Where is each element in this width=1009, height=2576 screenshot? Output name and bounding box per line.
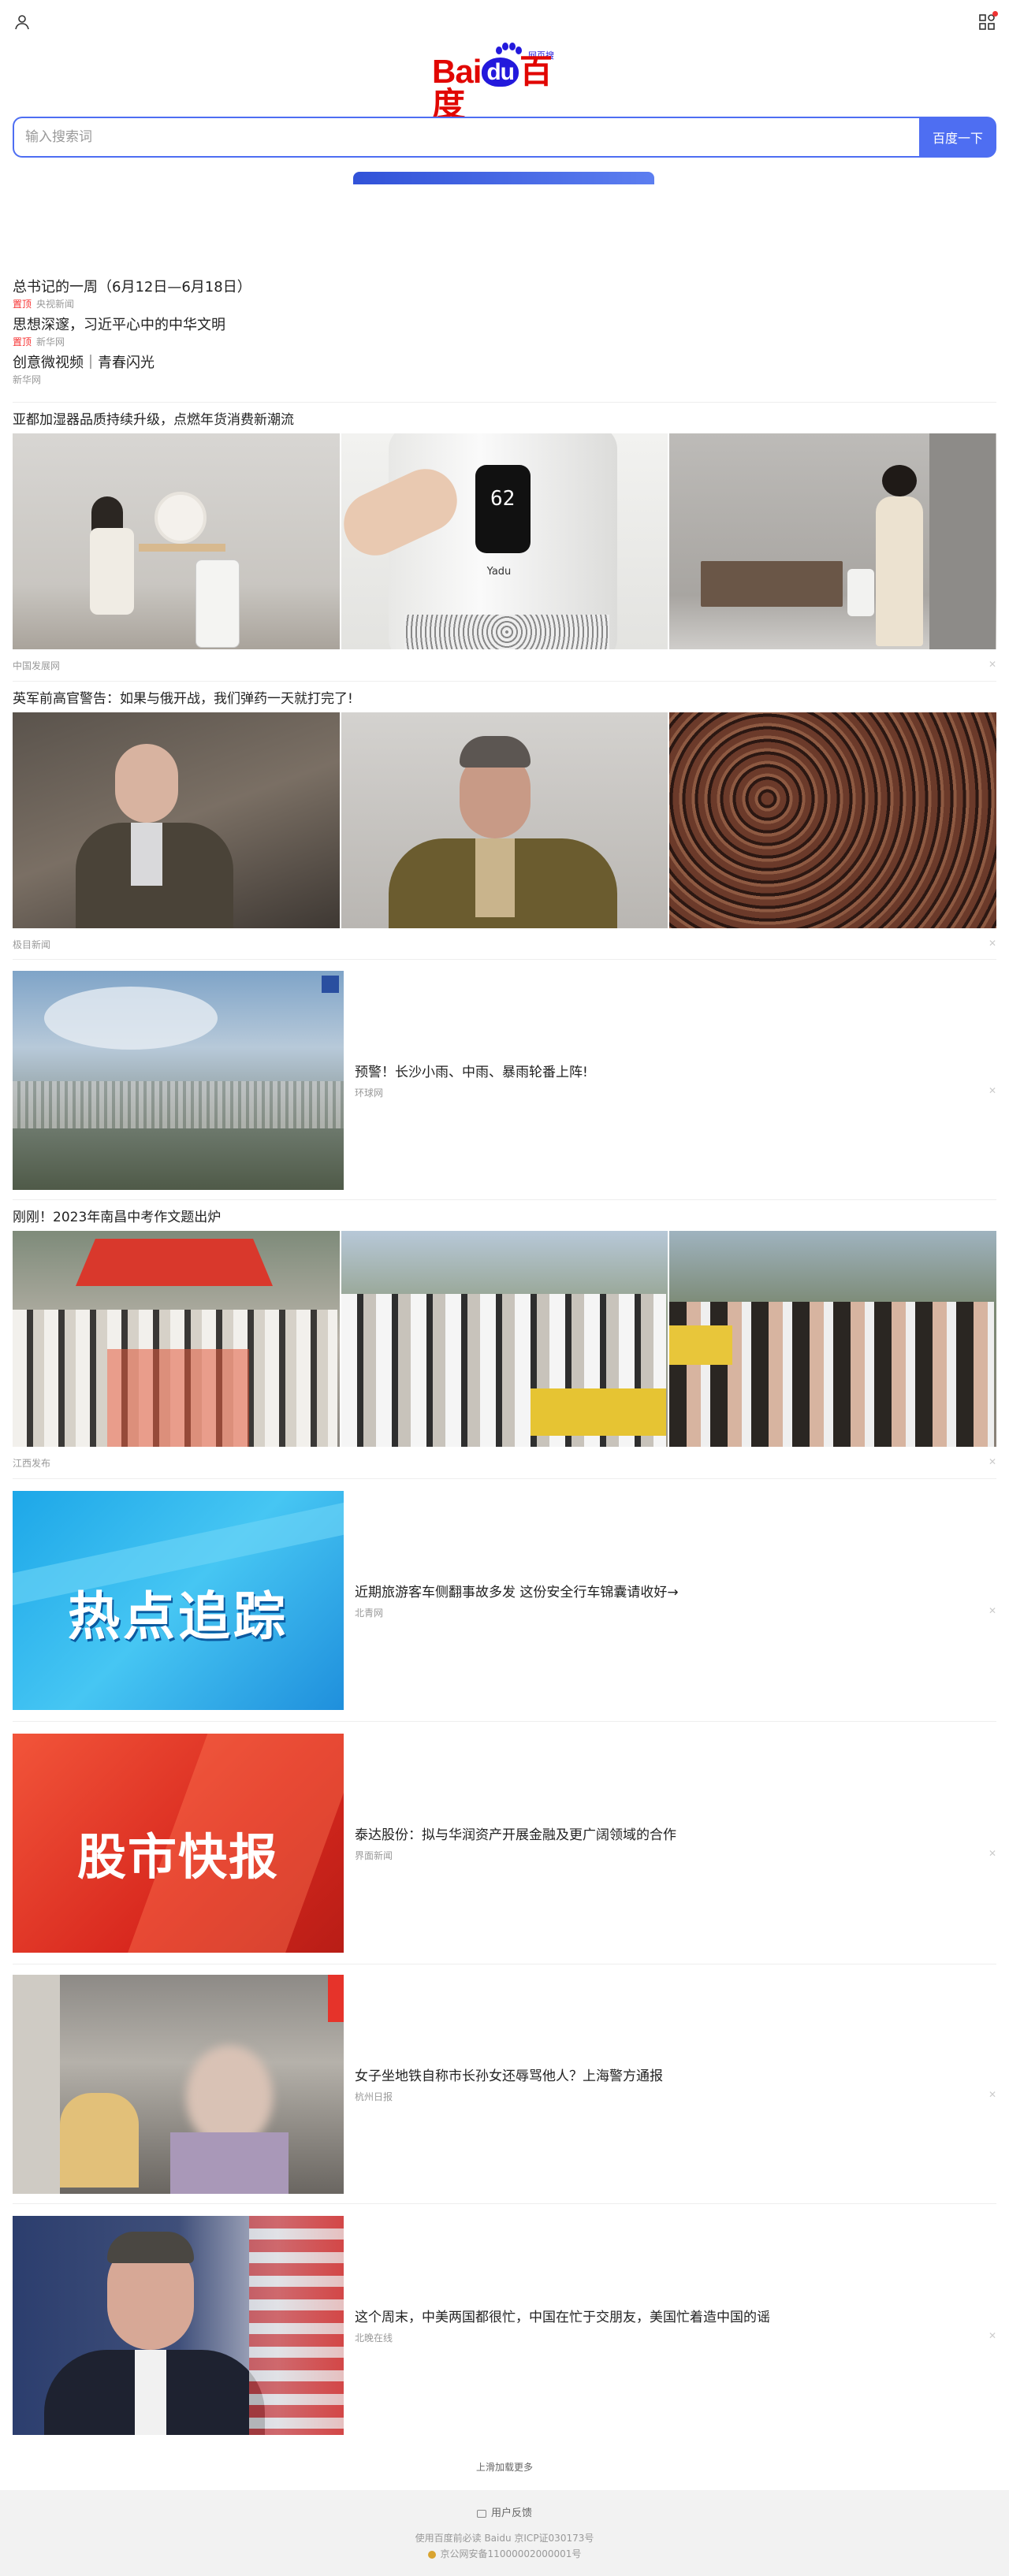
feed-image[interactable] <box>669 433 997 649</box>
feed-image[interactable] <box>341 712 668 928</box>
feed-source: 北晚在线 <box>355 2332 393 2344</box>
feed-title[interactable]: 刚刚！2023年南昌中考作文题出炉 <box>13 1207 996 1228</box>
divider <box>13 1478 996 1479</box>
footer: 用户反馈 使用百度前必读 Baidu 京ICP证030173号 京公网安备110… <box>0 2490 1009 2576</box>
logo-du: du <box>482 58 519 87</box>
feed-source: 中国发展网 <box>13 660 61 671</box>
feed-title[interactable]: 近期旅游客车侧翻事故多发 这份安全行车锦囊请收好→ <box>355 1582 996 1603</box>
license-text[interactable]: 使用百度前必读 Baidu 京ICP证030173号 <box>0 2530 1009 2546</box>
divider <box>13 1199 996 1200</box>
feed-image[interactable] <box>13 433 340 649</box>
news-source: 央视新闻 <box>36 299 75 310</box>
close-icon[interactable]: ✕ <box>989 659 996 670</box>
police-badge-icon <box>427 2550 436 2559</box>
divider <box>13 1964 996 1965</box>
close-icon[interactable]: ✕ <box>989 938 996 949</box>
feed-card[interactable]: 女子坐地铁自称市长孙女还辱骂他人？上海警方通报 杭州日报 ✕ <box>13 1975 996 2194</box>
hot-news-title[interactable]: 思想深邃，习近平心中的中华文明 <box>13 315 996 336</box>
feed-title[interactable]: 泰达股份：拟与华润资产开展金融及更广阔领域的合作 <box>355 1825 996 1846</box>
load-more-hint[interactable]: 上滑加载更多 <box>0 2460 1009 2474</box>
pinned-tag: 置顶 <box>13 336 32 348</box>
hot-news-item[interactable]: 创意微视频｜青春闪光 新华网 <box>13 353 996 386</box>
promo-banner[interactable] <box>353 172 654 184</box>
feedback-link[interactable]: 用户反馈 <box>0 2504 1009 2519</box>
feed-image[interactable]: 62 Yadu <box>341 433 668 649</box>
logo-bai: Bai <box>432 53 482 90</box>
hot-news-item[interactable]: 总书记的一周（6月12日—6月18日） 置顶 央视新闻 <box>13 277 996 310</box>
feed-image[interactable] <box>13 971 344 1190</box>
feed-card[interactable]: 这个周末，中美两国都很忙，中国在忙于交朋友，美国忙着造中国的谣 北晚在线 ✕ <box>13 2216 996 2435</box>
divider <box>13 402 996 403</box>
hot-news-title[interactable]: 创意微视频｜青春闪光 <box>13 353 996 374</box>
user-icon[interactable] <box>13 13 32 32</box>
feed-card[interactable]: 热点追踪 近期旅游客车侧翻事故多发 这份安全行车锦囊请收好→ 北青网 ✕ <box>13 1491 996 1710</box>
divider <box>13 2203 996 2204</box>
hot-news-item[interactable]: 思想深邃，习近平心中的中华文明 置顶 新华网 <box>13 315 996 348</box>
feed-card[interactable]: 英军前高官警告：如果与俄开战，我们弹药一天就打完了! 极目新闻 ✕ <box>13 689 997 951</box>
hot-news-title[interactable]: 总书记的一周（6月12日—6月18日） <box>13 277 996 298</box>
feed-card[interactable]: 亚都加湿器品质持续升级，点燃年货消费新潮流 62 Yadu 中国发展网 ✕ <box>13 410 997 672</box>
feed-title[interactable]: 预警！长沙小雨、中雨、暴雨轮番上阵! <box>355 1062 996 1083</box>
feed-title[interactable]: 女子坐地铁自称市长孙女还辱骂他人？上海警方通报 <box>355 2066 996 2087</box>
close-icon[interactable]: ✕ <box>989 2330 996 2341</box>
image-caption: 股市快报 <box>76 1828 279 1886</box>
close-icon[interactable]: ✕ <box>989 1605 996 1616</box>
feed-source: 江西发布 <box>13 1458 51 1469</box>
news-source: 新华网 <box>36 336 65 348</box>
close-icon[interactable]: ✕ <box>989 2089 996 2100</box>
feed-image[interactable] <box>13 1231 340 1447</box>
close-icon[interactable]: ✕ <box>989 1085 996 1096</box>
close-icon[interactable]: ✕ <box>989 1848 996 1859</box>
divider <box>13 1721 996 1722</box>
feed-title[interactable]: 英军前高官警告：如果与俄开战，我们弹药一天就打完了! <box>13 689 996 709</box>
feed-title[interactable]: 这个周末，中美两国都很忙，中国在忙于交朋友，美国忙着造中国的谣 <box>355 2307 996 2328</box>
search-button[interactable]: 百度一下 <box>919 117 996 158</box>
feed-image[interactable] <box>341 1231 668 1447</box>
brand-label: Yadu <box>486 566 512 578</box>
feed-source: 环球网 <box>355 1087 384 1098</box>
feed-source: 界面新闻 <box>355 1849 393 1861</box>
feed-source: 极目新闻 <box>13 939 51 950</box>
apps-grid-icon[interactable] <box>977 11 998 32</box>
feed-title[interactable]: 亚都加湿器品质持续升级，点燃年货消费新潮流 <box>13 410 996 430</box>
feed-image[interactable] <box>13 712 340 928</box>
image-caption: 热点追踪 <box>68 1586 289 1647</box>
hot-news-list: 总书记的一周（6月12日—6月18日） 置顶 央视新闻 思想深邃，习近平心中的中华… <box>13 277 996 391</box>
feed-card[interactable]: 股市快报 泰达股份：拟与华润资产开展金融及更广阔领域的合作 界面新闻 ✕ <box>13 1734 996 1953</box>
humidity-display: 62 <box>475 465 531 553</box>
feedback-icon <box>476 2509 486 2518</box>
police-record[interactable]: 京公网安备11000002000001号 <box>0 2546 1009 2562</box>
feed-source: 北青网 <box>355 1607 384 1619</box>
search-bar: 百度一下 <box>13 117 996 158</box>
news-source: 新华网 <box>13 374 42 385</box>
baidu-logo[interactable]: 网页搜 Bai du 百度 <box>432 43 577 121</box>
feed-card[interactable]: 预警！长沙小雨、中雨、暴雨轮番上阵! 环球网 ✕ <box>13 971 996 1190</box>
feed-image[interactable] <box>13 1975 344 2194</box>
feed-image[interactable] <box>669 712 997 928</box>
close-icon[interactable]: ✕ <box>989 1456 996 1467</box>
divider <box>13 959 996 960</box>
feed-image[interactable] <box>13 2216 344 2435</box>
feed-image[interactable] <box>669 1231 997 1447</box>
search-input[interactable] <box>13 117 921 158</box>
feed-source: 杭州日报 <box>355 2091 393 2102</box>
pinned-tag: 置顶 <box>13 299 32 310</box>
feed-image[interactable]: 热点追踪 <box>13 1491 344 1710</box>
feed-card[interactable]: 刚刚！2023年南昌中考作文题出炉 江西发布 ✕ <box>13 1207 997 1470</box>
notification-dot <box>992 11 998 17</box>
feed-image[interactable]: 股市快报 <box>13 1734 344 1953</box>
divider <box>13 681 996 682</box>
top-bar <box>0 0 1009 47</box>
